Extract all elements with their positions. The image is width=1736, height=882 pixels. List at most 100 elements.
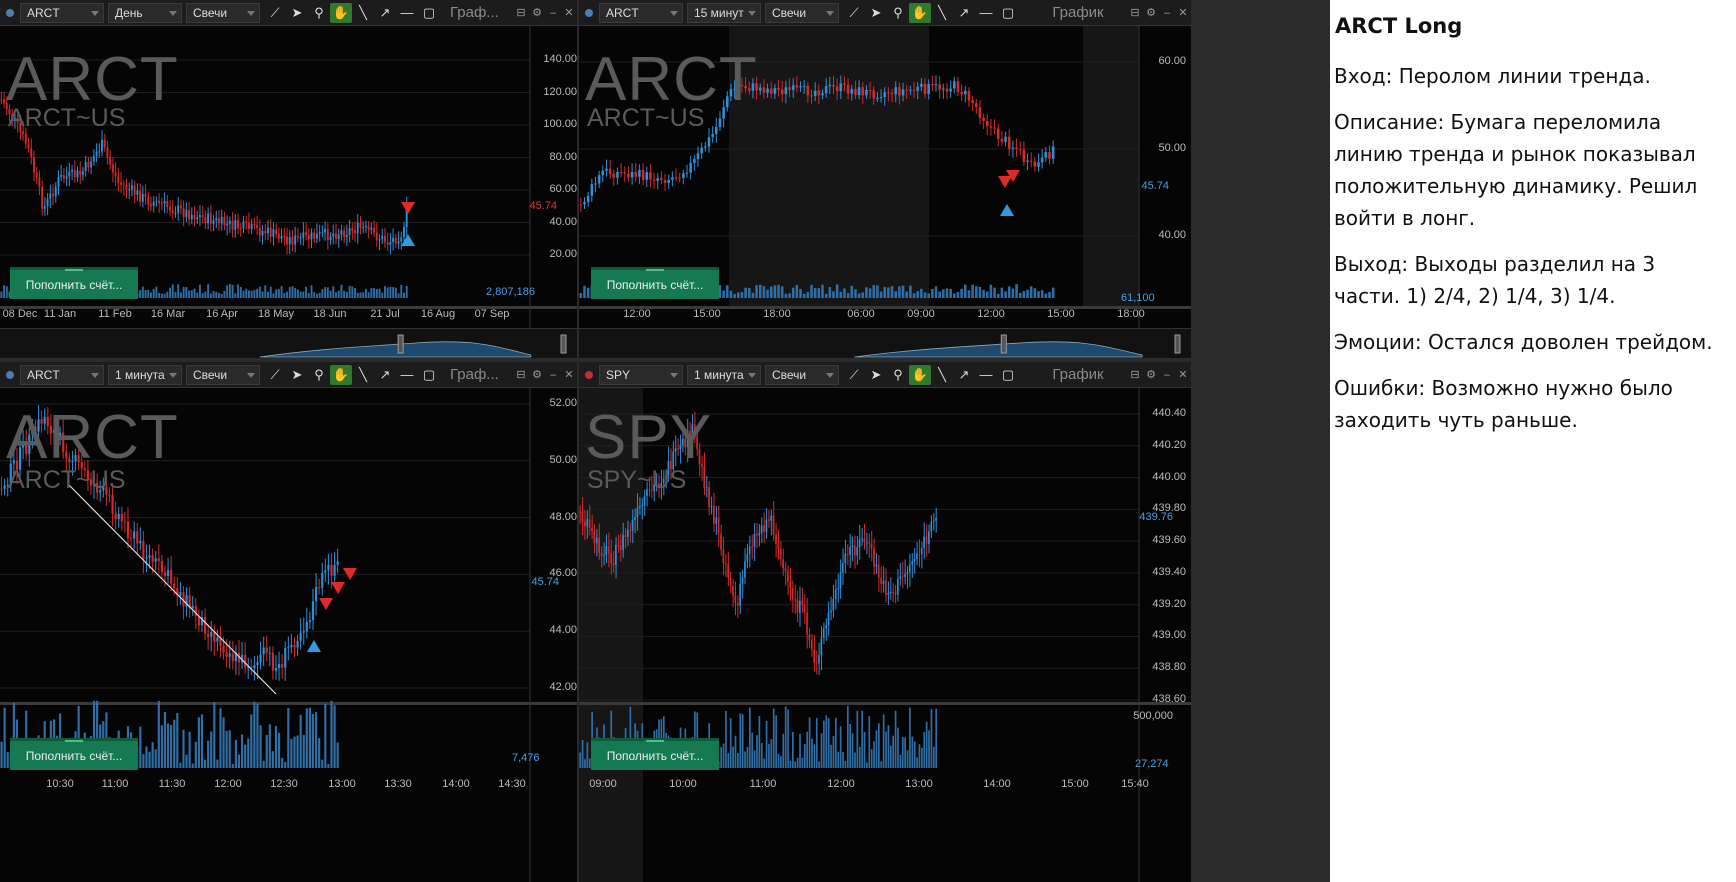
candle-body xyxy=(117,513,120,520)
interval-select[interactable]: 1 минута xyxy=(108,364,182,385)
minimize-icon[interactable]: – xyxy=(545,3,561,23)
candle-body xyxy=(588,519,591,528)
close-icon[interactable]: ✕ xyxy=(1175,3,1191,23)
zoom-icon[interactable]: ⚲ xyxy=(887,3,909,23)
cursor-icon[interactable]: ➤ xyxy=(865,3,887,23)
hline-tool-icon[interactable]: — xyxy=(975,3,997,23)
symbol-field[interactable]: SPY xyxy=(599,364,683,385)
candle-body xyxy=(595,537,598,544)
navigator-scrollbar[interactable] xyxy=(579,328,1191,358)
volume-bar xyxy=(1004,291,1007,298)
indicator-icon[interactable]: ⟋ xyxy=(264,3,286,23)
chart-panel-arct-15min[interactable]: ARCT 15 минут Свечи ⟋ ➤ ⚲ ✋ ╲ ↗ — ▢ Граф… xyxy=(579,0,1191,358)
chart-type-select[interactable]: Свечи xyxy=(765,2,839,23)
hand-icon[interactable]: ✋ xyxy=(330,2,352,23)
candle-body xyxy=(868,89,872,91)
line-tool-icon[interactable]: ╲ xyxy=(352,3,374,23)
hand-icon[interactable]: ✋ xyxy=(330,364,352,385)
chart-type-select[interactable]: Свечи xyxy=(186,2,260,23)
settings-icon[interactable]: ⚙ xyxy=(529,365,545,385)
deposit-button[interactable]: Пополнить счёт... xyxy=(10,738,138,770)
volume-bar xyxy=(5,286,8,298)
minimize-icon[interactable]: – xyxy=(1159,365,1175,385)
candle-body xyxy=(887,593,890,595)
cursor-icon[interactable]: ➤ xyxy=(865,365,887,385)
candle-body xyxy=(133,185,136,195)
grip-icon xyxy=(65,269,83,271)
volume-bar xyxy=(308,707,311,768)
time-tick: 18:00 xyxy=(1117,308,1145,320)
navigator-scrollbar[interactable] xyxy=(0,328,577,358)
deposit-button[interactable]: Пополнить счёт... xyxy=(10,267,138,299)
candle-body xyxy=(996,128,1000,139)
candle-body xyxy=(24,133,27,144)
zoom-icon[interactable]: ⚲ xyxy=(308,3,330,23)
zoom-icon[interactable]: ⚲ xyxy=(887,365,909,385)
collapse-icon[interactable]: ⊟ xyxy=(513,3,529,23)
indicator-icon[interactable]: ⟋ xyxy=(264,365,286,385)
hand-icon[interactable]: ✋ xyxy=(909,364,931,385)
line-tool-icon[interactable]: ╲ xyxy=(931,3,953,23)
volume-bar xyxy=(182,729,185,768)
volume-bar xyxy=(332,286,335,298)
chart-type-select[interactable]: Свечи xyxy=(186,364,260,385)
deposit-button[interactable]: Пополнить счёт... xyxy=(591,738,719,770)
symbol-field[interactable]: ARCT xyxy=(20,2,104,23)
candle-body xyxy=(803,604,806,613)
candle-body xyxy=(296,640,299,648)
volume-bar xyxy=(151,742,154,768)
close-icon[interactable]: ✕ xyxy=(561,365,577,385)
collapse-icon[interactable]: ⊟ xyxy=(513,365,529,385)
indicator-icon[interactable]: ⟋ xyxy=(843,365,865,385)
settings-icon[interactable]: ⚙ xyxy=(1143,3,1159,23)
cursor-icon[interactable]: ➤ xyxy=(286,365,308,385)
link-dot-icon[interactable] xyxy=(585,370,593,379)
interval-select[interactable]: День xyxy=(108,2,182,23)
rect-tool-icon[interactable]: ▢ xyxy=(997,3,1019,23)
rect-tool-icon[interactable]: ▢ xyxy=(997,365,1019,385)
interval-select[interactable]: 15 минут xyxy=(687,2,761,23)
arrow-tool-icon[interactable]: ↗ xyxy=(953,3,975,23)
chart-panel-arct-daily[interactable]: ARCT День Свечи ⟋ ➤ ⚲ ✋ ╲ ↗ — ▢ Граф... … xyxy=(0,0,577,358)
symbol-field[interactable]: ARCT xyxy=(20,364,104,385)
collapse-icon[interactable]: ⊟ xyxy=(1127,3,1143,23)
hline-tool-icon[interactable]: — xyxy=(396,365,418,385)
line-tool-icon[interactable]: ╲ xyxy=(931,365,953,385)
arrow-tool-icon[interactable]: ↗ xyxy=(374,3,396,23)
rect-tool-icon[interactable]: ▢ xyxy=(418,365,440,385)
link-dot-icon[interactable] xyxy=(6,8,14,17)
chart-type-select[interactable]: Свечи xyxy=(765,364,839,385)
close-icon[interactable]: ✕ xyxy=(561,3,577,23)
collapse-icon[interactable]: ⊟ xyxy=(1127,365,1143,385)
cursor-icon[interactable]: ➤ xyxy=(286,3,308,23)
close-icon[interactable]: ✕ xyxy=(1175,365,1191,385)
chart-panel-arct-1min[interactable]: ARCT 1 минута Свечи ⟋ ➤ ⚲ ✋ ╲ ↗ — ▢ Граф… xyxy=(0,362,577,882)
link-dot-icon[interactable] xyxy=(585,8,593,17)
interval-select[interactable]: 1 минута xyxy=(687,364,761,385)
link-dot-icon[interactable] xyxy=(6,370,14,379)
hline-tool-icon[interactable]: — xyxy=(396,3,418,23)
settings-icon[interactable]: ⚙ xyxy=(529,3,545,23)
volume-bar xyxy=(3,285,6,298)
minimize-icon[interactable]: – xyxy=(545,365,561,385)
volume-bar xyxy=(916,291,919,298)
minimize-icon[interactable]: – xyxy=(1159,3,1175,23)
candle-body xyxy=(920,548,923,555)
chart-panel-spy-1min[interactable]: SPY 1 минута Свечи ⟋ ➤ ⚲ ✋ ╲ ↗ — ▢ Графи… xyxy=(579,362,1191,882)
rect-tool-icon[interactable]: ▢ xyxy=(418,3,440,23)
hline-tool-icon[interactable]: — xyxy=(975,365,997,385)
indicator-icon[interactable]: ⟋ xyxy=(843,3,865,23)
arrow-tool-icon[interactable]: ↗ xyxy=(374,365,396,385)
volume-bar xyxy=(971,284,974,298)
arrow-tool-icon[interactable]: ↗ xyxy=(953,365,975,385)
settings-icon[interactable]: ⚙ xyxy=(1143,365,1159,385)
candle-body xyxy=(148,555,151,558)
candle-body xyxy=(964,90,967,95)
hand-icon[interactable]: ✋ xyxy=(909,2,931,23)
deposit-button[interactable]: Пополнить счёт... xyxy=(591,267,719,299)
volume-bar xyxy=(190,290,193,298)
candle-body xyxy=(700,147,703,154)
line-tool-icon[interactable]: ╲ xyxy=(352,365,374,385)
zoom-icon[interactable]: ⚲ xyxy=(308,365,330,385)
symbol-field[interactable]: ARCT xyxy=(599,2,683,23)
